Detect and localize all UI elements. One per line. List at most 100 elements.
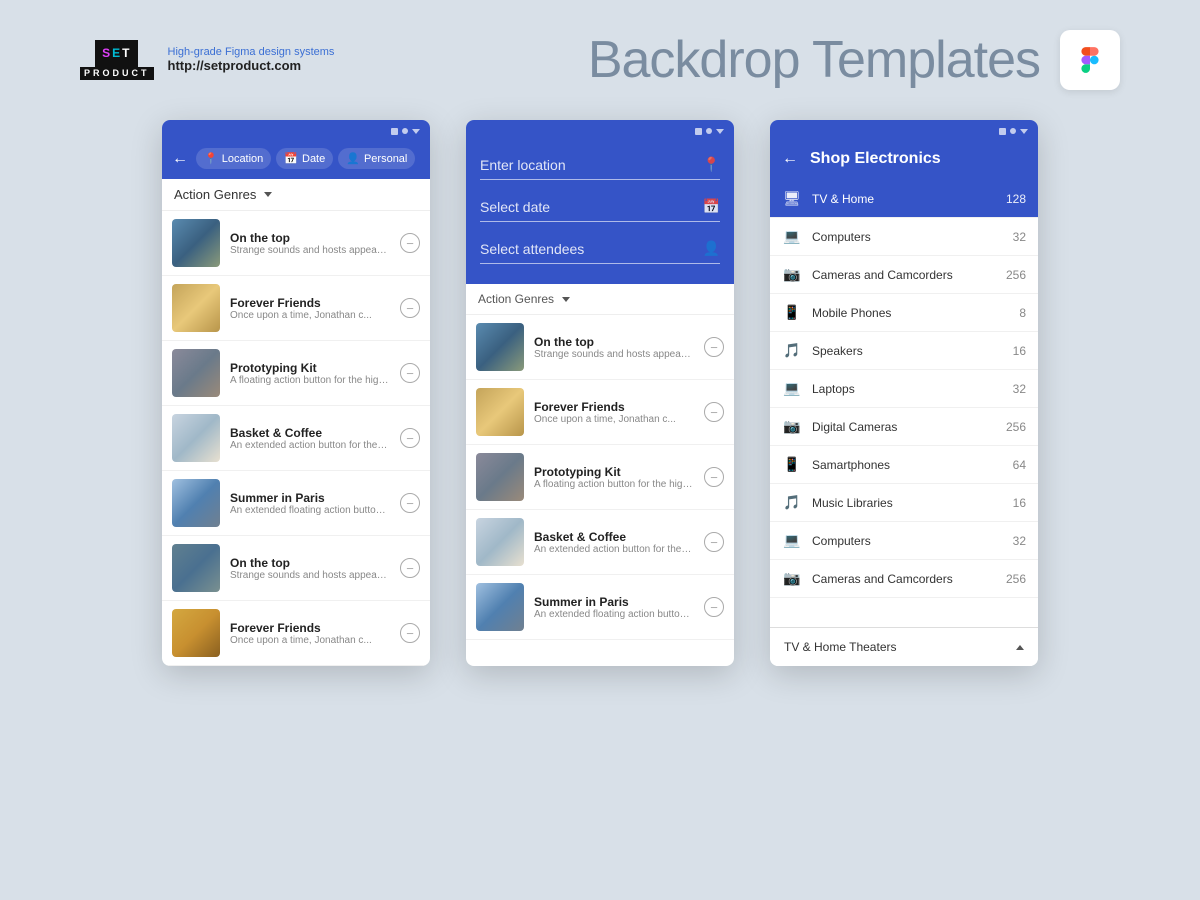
brand-tagline: High-grade Figma design systems (168, 46, 335, 58)
filter-label: Action Genres (174, 187, 256, 202)
remove-button[interactable]: − (400, 558, 420, 578)
item-title: On the top (230, 556, 390, 570)
item-title: Forever Friends (534, 400, 694, 414)
list-item[interactable]: Forever Friends Once upon a time, Jonath… (466, 380, 734, 445)
location-input[interactable] (480, 157, 703, 173)
cat-label: TV & Home (812, 192, 996, 206)
remove-button[interactable]: − (704, 402, 724, 422)
category-item-laptops[interactable]: 💻 Laptops 32 (770, 370, 1038, 408)
screens-container: ← 📍 Location 📅 Date 👤 Personal Action Ge… (0, 110, 1200, 676)
category-item-computers2[interactable]: 💻 Computers 32 (770, 522, 1038, 560)
cat-label: Computers (812, 534, 1003, 548)
item-desc: Once upon a time, Jonathan c... (230, 310, 390, 321)
status-bar-2 (466, 120, 734, 142)
remove-button[interactable]: − (400, 363, 420, 383)
item-desc: A floating action button for the highest… (230, 375, 390, 386)
list-item[interactable]: On the top Strange sounds and hosts appe… (162, 536, 430, 601)
item-info: Summer in Paris An extended floating act… (230, 491, 390, 516)
logo-box: SET (95, 40, 138, 67)
back-button-1[interactable]: ← (172, 150, 188, 168)
category-item-speakers[interactable]: 🎵 Speakers 16 (770, 332, 1038, 370)
remove-button[interactable]: − (400, 298, 420, 318)
nav-tab-date[interactable]: 📅 Date (276, 148, 333, 169)
status-icon-2 (1010, 128, 1016, 134)
cat-count: 256 (1006, 420, 1026, 434)
filter-label: Action Genres (478, 292, 554, 306)
list-item[interactable]: Basket & Coffee An extended action butto… (466, 510, 734, 575)
item-info: Basket & Coffee An extended action butto… (534, 530, 694, 555)
item-info: Prototyping Kit A floating action button… (230, 361, 390, 386)
list-item[interactable]: Prototyping Kit A floating action button… (466, 445, 734, 510)
camera-icon: 📷 (782, 570, 802, 587)
phone1-filter[interactable]: Action Genres (162, 179, 430, 211)
tv-icon: 🖥 (782, 190, 802, 207)
status-bar-3 (770, 120, 1038, 142)
item-title: Prototyping Kit (230, 361, 390, 375)
cat-count: 64 (1013, 458, 1026, 472)
list-item[interactable]: Basket & Coffee An extended action butto… (162, 406, 430, 471)
category-item-tv[interactable]: 🖥 TV & Home 128 (770, 180, 1038, 218)
attendees-field[interactable]: 👤 (480, 234, 720, 264)
item-thumb (476, 388, 524, 436)
category-item-cameras2[interactable]: 📷 Cameras and Camcorders 256 (770, 560, 1038, 598)
cat-label: Mobile Phones (812, 306, 1009, 320)
date-input[interactable] (480, 199, 703, 215)
attendees-input[interactable] (480, 241, 703, 257)
nav-tab-personal[interactable]: 👤 Personal (338, 148, 415, 169)
item-desc: A floating action button for the highest… (534, 479, 694, 490)
category-item-music[interactable]: 🎵 Music Libraries 16 (770, 484, 1038, 522)
list-item[interactable]: Forever Friends Once upon a time, Jonath… (162, 601, 430, 666)
remove-button[interactable]: − (704, 337, 724, 357)
list-item[interactable]: Summer in Paris An extended floating act… (162, 471, 430, 536)
item-desc: Once upon a time, Jonathan c... (534, 414, 694, 425)
calendar-icon: 📅 (703, 198, 720, 215)
category-item-phones[interactable]: 📱 Mobile Phones 8 (770, 294, 1038, 332)
cat-count: 32 (1013, 230, 1026, 244)
location-field[interactable]: 📍 (480, 150, 720, 180)
item-title: On the top (534, 335, 694, 349)
remove-button[interactable]: − (400, 623, 420, 643)
status-icon-1 (391, 128, 398, 135)
remove-button[interactable]: − (400, 428, 420, 448)
item-thumb (476, 323, 524, 371)
nav-tab-location[interactable]: 📍 Location (196, 148, 271, 169)
status-icon-3 (716, 129, 724, 134)
remove-button[interactable]: − (704, 597, 724, 617)
list-item[interactable]: On the top Strange sounds and hosts appe… (162, 211, 430, 276)
category-item-smartphones[interactable]: 📱 Samartphones 64 (770, 446, 1038, 484)
category-item-cameras[interactable]: 📷 Cameras and Camcorders 256 (770, 256, 1038, 294)
item-desc: Strange sounds and hosts appeared from s… (230, 245, 390, 256)
list-item[interactable]: Summer in Paris An extended floating act… (466, 575, 734, 640)
item-title: On the top (230, 231, 390, 245)
cat-label: Speakers (812, 344, 1003, 358)
phone3-footer[interactable]: TV & Home Theaters (770, 627, 1038, 666)
item-info: Prototyping Kit A floating action button… (534, 465, 694, 490)
item-thumb (172, 479, 220, 527)
phone2-filter[interactable]: Action Genres (466, 284, 734, 315)
status-icon-1 (999, 128, 1006, 135)
category-item-digital-cameras[interactable]: 📷 Digital Cameras 256 (770, 408, 1038, 446)
list-item[interactable]: Prototyping Kit A floating action button… (162, 341, 430, 406)
phone1-nav: ← 📍 Location 📅 Date 👤 Personal (162, 142, 430, 179)
person-icon: 👤 (703, 240, 720, 257)
item-desc: Strange sounds and hosts appeared from s… (230, 570, 390, 581)
chevron-up-icon (1016, 645, 1024, 650)
phone1-list: On the top Strange sounds and hosts appe… (162, 211, 430, 666)
item-title: Basket & Coffee (230, 426, 390, 440)
date-field[interactable]: 📅 (480, 192, 720, 222)
computer-icon: 💻 (782, 228, 802, 245)
logo-product: PRODUCT (80, 67, 154, 80)
remove-button[interactable]: − (704, 532, 724, 552)
back-button-3[interactable]: ← (782, 150, 798, 168)
remove-button[interactable]: − (400, 233, 420, 253)
category-item-computers[interactable]: 💻 Computers 32 (770, 218, 1038, 256)
item-desc: An extended floating action button for e… (230, 505, 390, 516)
remove-button[interactable]: − (704, 467, 724, 487)
list-item[interactable]: Forever Friends Once upon a time, Jonath… (162, 276, 430, 341)
item-desc: An extended action button for the highes… (230, 440, 390, 451)
list-item[interactable]: On the top Strange sounds and hosts appe… (466, 315, 734, 380)
remove-button[interactable]: − (400, 493, 420, 513)
cat-label: Samartphones (812, 458, 1003, 472)
brand-area: SET PRODUCT High-grade Figma design syst… (80, 40, 334, 80)
cat-count: 256 (1006, 268, 1026, 282)
